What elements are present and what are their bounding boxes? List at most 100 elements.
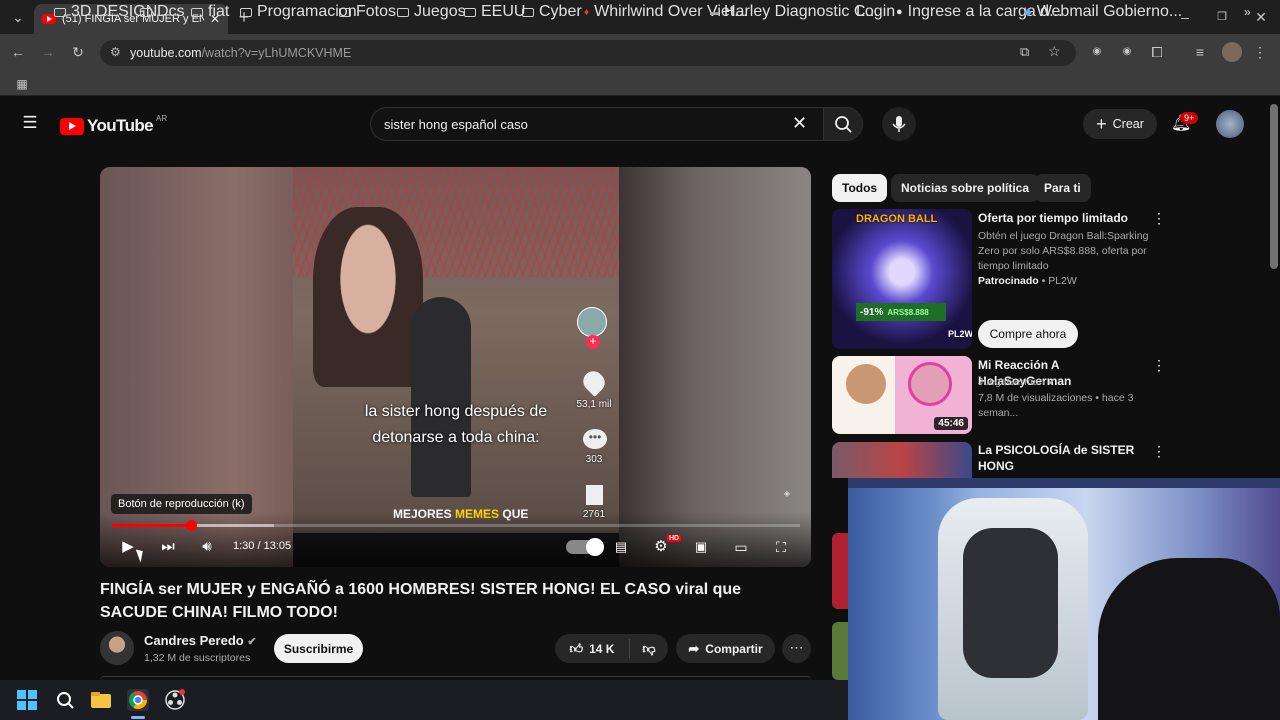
bookmark-harley[interactable]: ▬ Harley Diagnostic C... (710, 3, 879, 20)
search-input[interactable]: sister hong español caso ✕ (370, 107, 824, 141)
ad-menu-icon[interactable]: ⋮ (1152, 210, 1166, 227)
bookmark-login[interactable]: Login (856, 3, 895, 20)
ad-thumbnail[interactable]: DRAGON BALL -91% ARS$8.888 PL2W (832, 209, 972, 349)
file-explorer-icon[interactable] (90, 689, 112, 711)
url-path: /watch?v=yLhUMCKVHME (201, 46, 352, 60)
folder-icon (240, 7, 252, 17)
folder-icon (140, 7, 152, 17)
fullscreen-icon[interactable]: ⛶ (771, 537, 791, 557)
bookmark-dcs[interactable]: Dcs (140, 3, 185, 20)
video-player[interactable]: la sister hong después de detonarse a to… (100, 167, 811, 567)
autoplay-toggle[interactable] (566, 538, 604, 556)
close-window-icon[interactable]: ✕ (1251, 7, 1271, 27)
windows-start-icon[interactable] (16, 689, 38, 711)
youtube-logo[interactable]: YouTube AR (60, 114, 167, 136)
dislike-button[interactable]: 👎︎ (630, 641, 668, 657)
verified-check-icon: ✔ (247, 636, 257, 648)
thumb-face-2 (908, 362, 952, 406)
overlay-caption-line2: detonarse a toda china: (372, 429, 540, 446)
folder-icon (397, 7, 409, 17)
related-menu-icon[interactable]: ⋮ (1152, 357, 1166, 374)
like-button[interactable]: 👍︎ 14 K (555, 638, 630, 659)
comment-bubble-icon: ••• (583, 429, 607, 449)
url-domain: youtube.com (130, 46, 202, 60)
apps-grid-icon[interactable]: ▦ (12, 74, 32, 94)
site-info-icon[interactable]: ⚙ (110, 45, 121, 59)
folder-icon (191, 7, 203, 17)
theater-mode-icon[interactable]: ▭ (731, 537, 751, 557)
bookmark-star-icon[interactable]: ☆ (1048, 43, 1061, 60)
profile-avatar-icon[interactable] (1222, 42, 1242, 62)
media-control-icon[interactable]: ≡ (1190, 42, 1210, 62)
volume-button[interactable]: 🔊︎ (197, 537, 217, 557)
related-thumbnail-3-edge[interactable] (832, 533, 848, 609)
extension-icon[interactable]: ◉ (1117, 42, 1137, 62)
progress-played (112, 524, 192, 527)
verified-check-icon: ✔ (1047, 376, 1057, 388)
miniplayer-icon[interactable]: ▣ (691, 537, 711, 557)
hamburger-menu-icon[interactable]: ☰ (20, 113, 40, 133)
taskbar-search-icon[interactable] (54, 689, 76, 711)
likes-count: 53,1 mil (576, 399, 612, 410)
channel-avatar[interactable] (100, 631, 134, 665)
related-menu-icon[interactable]: ⋮ (1152, 443, 1166, 460)
browser-menu-icon[interactable]: ⋮ (1250, 42, 1270, 62)
clear-search-icon[interactable]: ✕ (792, 113, 807, 134)
related-thumbnail-4-edge[interactable] (832, 622, 848, 680)
channel-name[interactable]: Candres Peredo ✔ (144, 633, 257, 648)
ad-description: Obtén el juego Dragon Ball:Sparking Zero… (978, 230, 1149, 272)
cast-icon[interactable]: ⧉ (1020, 44, 1029, 60)
dragon-ball-logo: DRAGON BALL (856, 213, 938, 225)
play-button[interactable]: ▶ (118, 537, 138, 557)
bookmark-icon (586, 485, 603, 505)
chip-noticias[interactable]: Noticias sobre política (891, 174, 1040, 202)
forward-icon[interactable]: → (38, 42, 58, 62)
pl2w-logo: PL2W (948, 329, 972, 339)
tab-search-icon[interactable]: ⌄ (8, 7, 28, 27)
next-button[interactable]: ⏭︎ (158, 537, 178, 557)
bookmark-eeuu[interactable]: EEUU (464, 3, 525, 20)
person-silhouette (1098, 558, 1280, 720)
create-button[interactable]: + Crear (1083, 109, 1157, 139)
bookmark-fiat[interactable]: fiat (191, 3, 229, 20)
video-blur-right (619, 167, 811, 567)
related-thumbnail-1[interactable]: 45:46 (832, 356, 972, 434)
ad-title[interactable]: Oferta por tiempo limitado (978, 210, 1148, 226)
subscribe-button[interactable]: Suscribirme (274, 634, 363, 663)
duration-badge: 45:46 (934, 417, 968, 430)
restore-icon[interactable]: ❐ (1212, 7, 1232, 27)
share-button[interactable]: ➦ Compartir (676, 634, 775, 663)
extensions-puzzle-icon[interactable]: ⧠ (1147, 42, 1167, 62)
bookmark-fotos[interactable]: Fotos (339, 3, 396, 20)
back-icon[interactable]: ← (8, 42, 28, 62)
bookmark-juegos[interactable]: Juegos (397, 3, 466, 20)
search-button[interactable] (823, 107, 863, 141)
bookmark-cyber[interactable]: Cyber (522, 3, 582, 20)
more-actions-button[interactable]: ⋯ (782, 634, 811, 663)
abp-extension-icon[interactable]: ◉ (1087, 42, 1107, 62)
overlay-caption-line1: la sister hong después de (364, 403, 548, 420)
voice-search-button[interactable] (882, 107, 916, 141)
obs-taskbar-icon[interactable] (164, 689, 186, 711)
account-avatar[interactable] (1216, 110, 1244, 138)
chrome-taskbar-icon[interactable] (127, 689, 149, 711)
reload-icon[interactable]: ↻ (68, 42, 88, 62)
related-thumbnail-2[interactable] (832, 442, 972, 478)
subtitles-button[interactable]: ▤ (611, 537, 631, 557)
plus-icon: + (1096, 113, 1107, 134)
related-meta-1: 7,8 M de visualizaciones • hace 3 seman.… (978, 392, 1134, 419)
notification-badge: 9+ (1180, 112, 1199, 124)
progress-bar[interactable] (112, 520, 800, 531)
site-favicon-icon: ♦ (584, 6, 590, 18)
autoplay-knob (586, 538, 604, 556)
related-title-2[interactable]: La PSICOLOGÍA de SISTER HONG (978, 442, 1138, 474)
address-bar[interactable]: ⚙ youtube.com/watch?v=yLhUMCKVHME ⧉ ☆ (100, 40, 1076, 66)
subscriber-count: 1,32 M de suscriptores (144, 652, 251, 664)
chip-para-ti[interactable]: Para ti (1034, 174, 1091, 202)
buy-now-button[interactable]: Compre ahora (978, 320, 1078, 348)
bookmark-webmail[interactable]: ◆ Webmail Gobierno... (1024, 3, 1182, 20)
chip-todos[interactable]: Todos (832, 174, 888, 202)
more-bookmarks-icon[interactable]: » (1244, 4, 1251, 20)
related-channel-1: JuegaGerman ✔ (978, 376, 1057, 388)
page-scrollbar[interactable] (1270, 104, 1278, 269)
